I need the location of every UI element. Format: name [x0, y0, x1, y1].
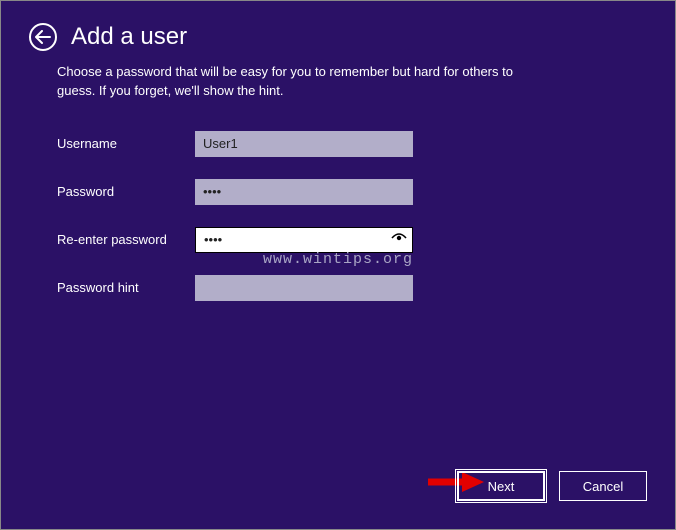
back-button[interactable] [29, 23, 57, 51]
hint-input[interactable] [195, 275, 413, 301]
add-user-form: Username Password Re-enter password Pass… [1, 101, 675, 301]
reenter-input[interactable] [195, 227, 413, 253]
password-row: Password [57, 179, 675, 205]
cancel-button[interactable]: Cancel [559, 471, 647, 501]
back-arrow-icon [35, 30, 51, 44]
reenter-field-wrap [195, 227, 413, 253]
username-input[interactable] [195, 131, 413, 157]
page-description: Choose a password that will be easy for … [1, 51, 571, 101]
reenter-label: Re-enter password [57, 232, 195, 247]
password-label: Password [57, 184, 195, 199]
password-input[interactable] [195, 179, 413, 205]
footer-buttons: Next Cancel [457, 471, 647, 501]
watermark: www.wintips.org [263, 251, 413, 268]
hint-label: Password hint [57, 280, 195, 295]
page-title: Add a user [71, 23, 187, 51]
reenter-row: Re-enter password [57, 227, 675, 253]
hint-row: Password hint [57, 275, 675, 301]
reveal-password-icon[interactable] [391, 231, 407, 249]
username-row: Username [57, 131, 675, 157]
next-button[interactable]: Next [457, 471, 545, 501]
header: Add a user [1, 1, 675, 51]
username-label: Username [57, 136, 195, 151]
